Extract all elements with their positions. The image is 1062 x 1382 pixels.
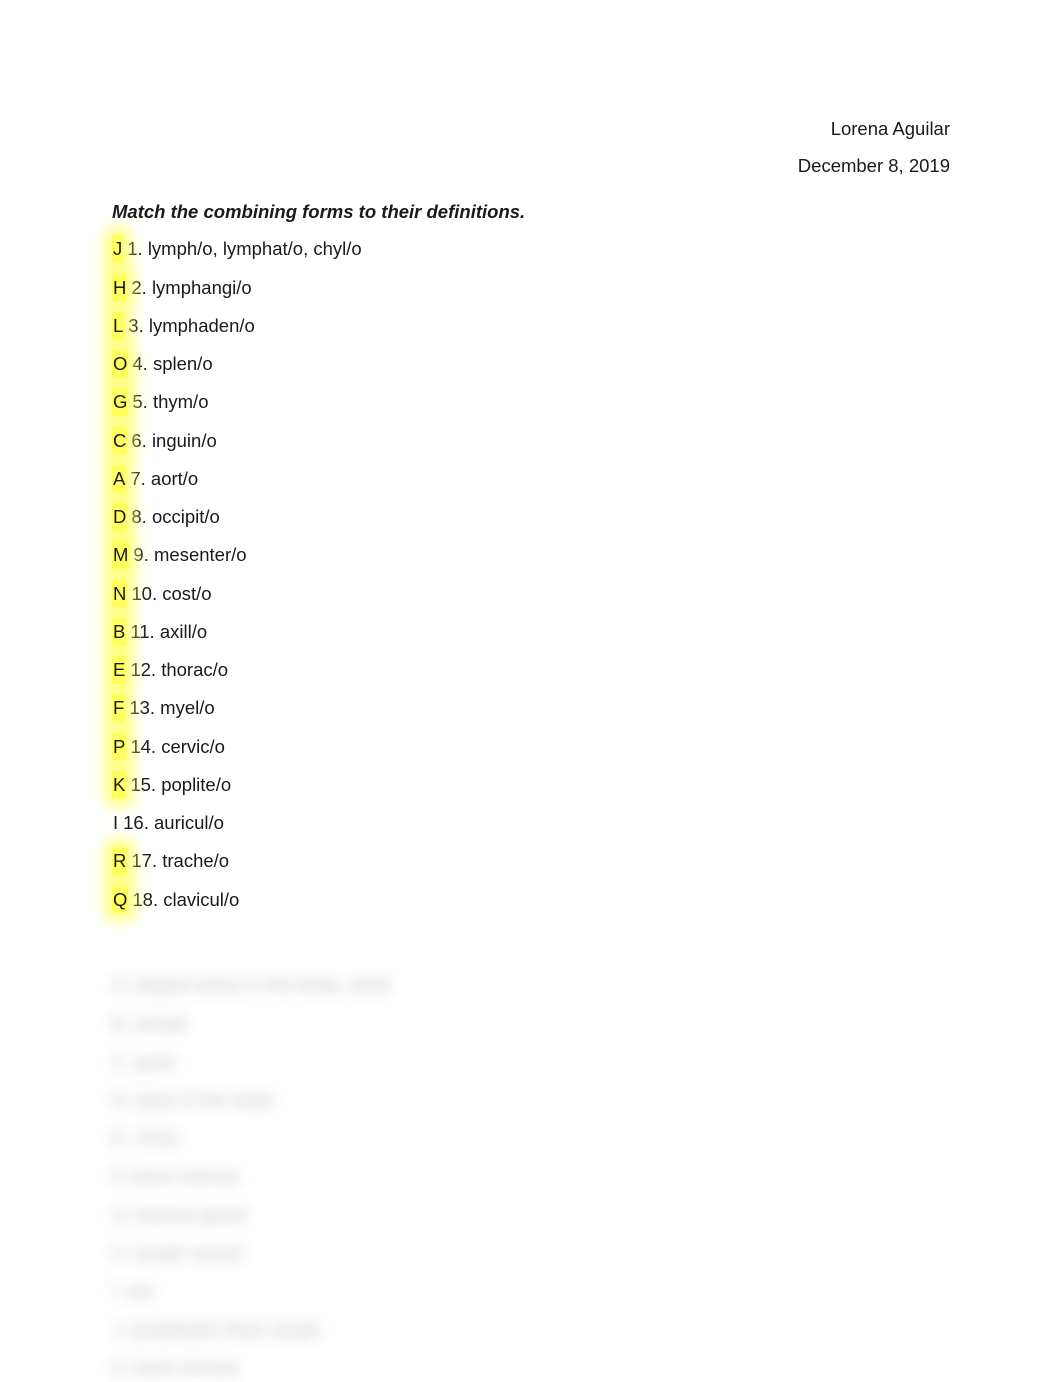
question-item: K15. poplite/o	[112, 771, 950, 799]
question-text: 13. myel/o	[129, 697, 214, 718]
answer-letter: H	[112, 274, 127, 302]
blurred-line: A. largest artery in the body; aorta	[112, 971, 950, 999]
question-item: M9. mesenter/o	[112, 541, 950, 569]
question-text: 8. occipit/o	[131, 506, 219, 527]
question-text: 3. lymphaden/o	[128, 315, 255, 336]
question-text: 15. poplite/o	[130, 774, 231, 795]
question-item: Q18. clavicul/o	[112, 886, 950, 914]
question-text: 12. thorac/o	[130, 659, 228, 680]
question-item: I16. auricul/o	[112, 809, 950, 837]
question-item: E12. thorac/o	[112, 656, 950, 684]
answer-letter: I	[112, 809, 119, 837]
question-text: 11. axill/o	[130, 621, 207, 642]
question-text: 17. trache/o	[131, 850, 229, 871]
question-item: N10. cost/o	[112, 580, 950, 608]
answer-letter: D	[112, 503, 127, 531]
question-text: 5. thym/o	[132, 391, 208, 412]
question-item: F13. myel/o	[112, 694, 950, 722]
blurred-line: K. back of knee	[112, 1354, 950, 1382]
document-header: Lorena Aguilar December 8, 2019	[112, 115, 950, 180]
answer-letter: A	[112, 465, 126, 493]
answer-letter: P	[112, 733, 126, 761]
question-item: H2. lymphangi/o	[112, 274, 950, 302]
blurred-line: B. armpit	[112, 1010, 950, 1038]
instruction-text: Match the combining forms to their defin…	[112, 198, 950, 226]
question-text: 4. splen/o	[132, 353, 212, 374]
question-item: P14. cervic/o	[112, 733, 950, 761]
answer-letter: N	[112, 580, 127, 608]
question-text: 14. cervic/o	[130, 736, 225, 757]
author-name: Lorena Aguilar	[112, 115, 950, 143]
answer-letter: O	[112, 350, 128, 378]
question-list: J1. lymph/o, lymphat/o, chyl/oH2. lympha…	[112, 235, 950, 913]
blurred-line: G. thymus gland	[112, 1201, 950, 1229]
blurred-line: I. ear	[112, 1277, 950, 1305]
question-item: B11. axill/o	[112, 618, 950, 646]
question-text: 1. lymph/o, lymphat/o, chyl/o	[127, 238, 361, 259]
document-date: December 8, 2019	[112, 152, 950, 180]
answer-letter: B	[112, 618, 126, 646]
answer-letter: J	[112, 235, 123, 263]
blurred-line: H. lymph vessel	[112, 1239, 950, 1267]
blurred-line: F. bone marrow	[112, 1163, 950, 1191]
question-item: J1. lymph/o, lymphat/o, chyl/o	[112, 235, 950, 263]
answer-letter: F	[112, 694, 125, 722]
question-text: 16. auricul/o	[123, 812, 224, 833]
question-item: R17. trache/o	[112, 847, 950, 875]
question-text: 6. inguin/o	[131, 430, 216, 451]
answer-letter: G	[112, 388, 128, 416]
answer-letter: L	[112, 312, 124, 340]
answer-letter: K	[112, 771, 126, 799]
question-item: G5. thym/o	[112, 388, 950, 416]
answer-letter: M	[112, 541, 129, 569]
question-item: O4. splen/o	[112, 350, 950, 378]
answer-letter: Q	[112, 886, 128, 914]
document-page: Lorena Aguilar December 8, 2019 Match th…	[0, 0, 1062, 1382]
question-text: 7. aort/o	[130, 468, 198, 489]
question-item: A7. aort/o	[112, 465, 950, 493]
blurred-line: J. lymph(atic) fluid; lymph	[112, 1316, 950, 1344]
blurred-line: E. chest	[112, 1124, 950, 1152]
question-item: C6. inguin/o	[112, 427, 950, 455]
blurred-definitions: A. largest artery in the body; aorta B. a…	[112, 971, 950, 1381]
blurred-line: D. back of the head	[112, 1086, 950, 1114]
question-item: D8. occipit/o	[112, 503, 950, 531]
question-item: L3. lymphaden/o	[112, 312, 950, 340]
answer-letter: C	[112, 427, 127, 455]
question-text: 9. mesenter/o	[133, 544, 246, 565]
question-text: 18. clavicul/o	[132, 889, 239, 910]
answer-letter: E	[112, 656, 126, 684]
question-text: 10. cost/o	[131, 583, 211, 604]
question-text: 2. lymphangi/o	[131, 277, 251, 298]
answer-letter: R	[112, 847, 127, 875]
blurred-line: C. groin	[112, 1048, 950, 1076]
